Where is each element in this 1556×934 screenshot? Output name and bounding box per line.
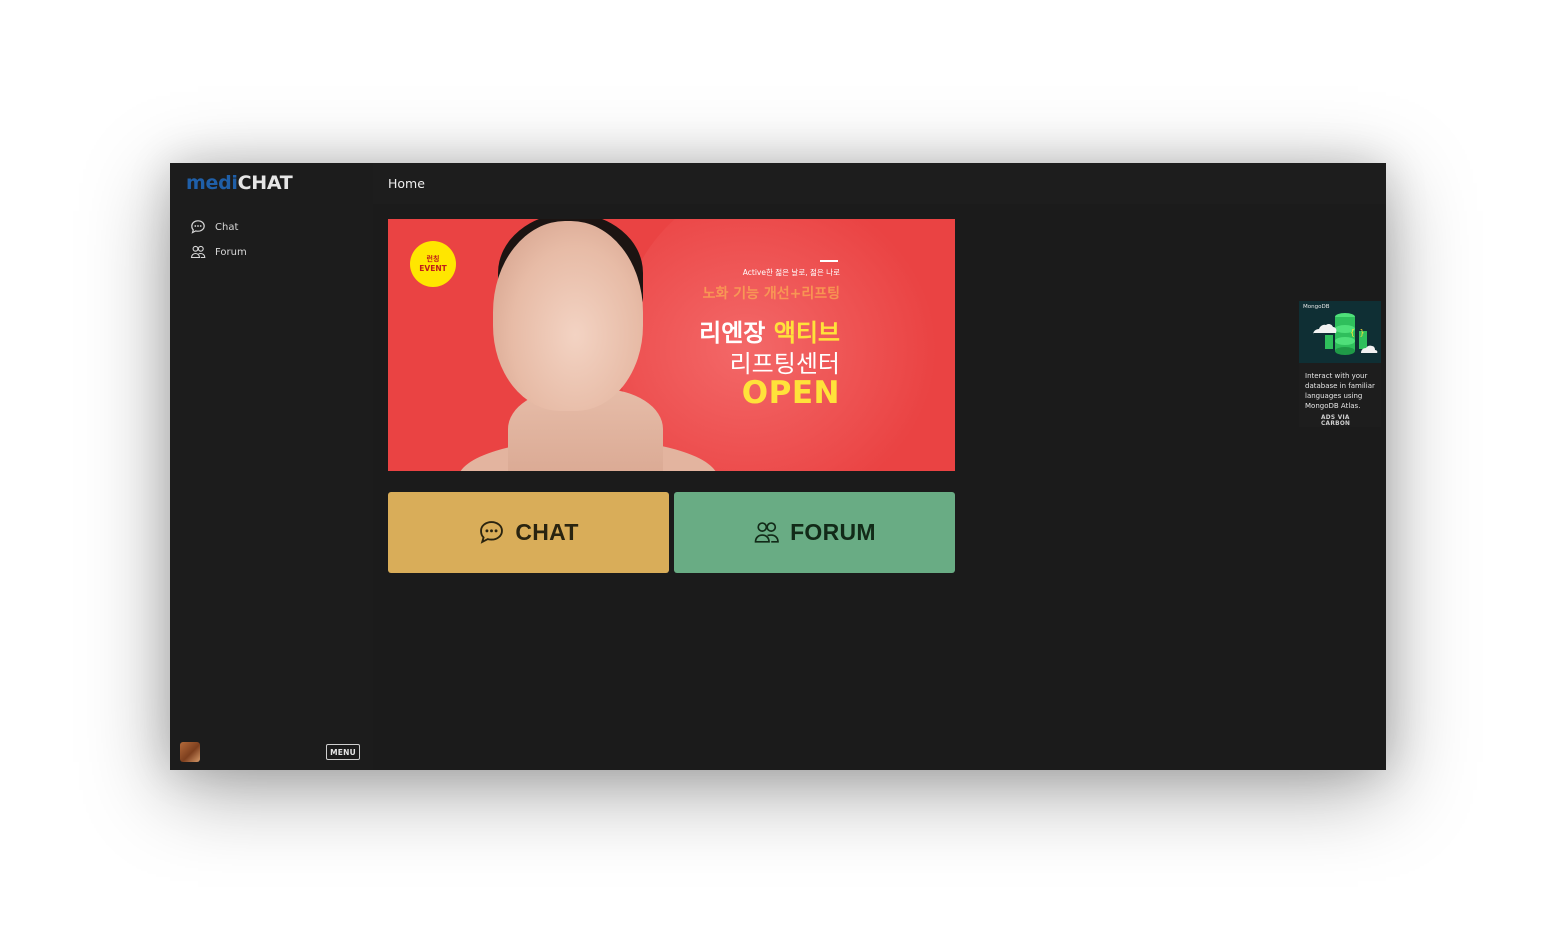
carbon-ad[interactable]: MongoDB { } Interact with your database …: [1299, 301, 1381, 427]
users-icon: [190, 245, 206, 259]
logo-part-medi: medi: [186, 172, 238, 194]
page-title: Home: [388, 176, 425, 191]
event-badge: 런칭 EVENT: [412, 243, 454, 285]
banner-tagline: Active한 젊은 날로, 젊은 나로: [742, 268, 840, 277]
banner-model-face: [493, 221, 643, 411]
chat-button-label: CHAT: [515, 519, 579, 545]
banner-headline-2: 리프팅센터: [729, 350, 840, 378]
promo-banner[interactable]: 런칭 EVENT Active한 젊은 날로, 젊은 나로 노화 기능 개선+리…: [388, 219, 955, 471]
badge-line1: 런칭: [426, 254, 440, 263]
users-icon: [754, 522, 779, 543]
sidebar-item-chat[interactable]: Chat: [190, 217, 238, 237]
sidebar-item-label: Chat: [215, 221, 239, 233]
banner-headline-yellow: 액티브: [773, 319, 840, 347]
top-bar: Home: [373, 163, 1386, 204]
ad-image[interactable]: MongoDB { }: [1299, 301, 1381, 363]
sidebar-item-label: Forum: [215, 246, 247, 258]
banner-subtitle: 노화 기능 개선+리프팅: [702, 286, 840, 302]
user-avatar[interactable]: [180, 742, 200, 762]
sidebar: mediCHAT Chat Forum MENU: [170, 163, 373, 770]
sidebar-item-forum[interactable]: Forum: [190, 242, 247, 262]
ads-via-carbon-link[interactable]: ADS VIA CARBON: [1321, 415, 1381, 427]
app-window: mediCHAT Chat Forum MENU Home 런칭 EVENT A…: [170, 163, 1386, 770]
ad-text[interactable]: Interact with your database in familiar …: [1305, 371, 1377, 411]
chat-bubble-icon: [480, 521, 504, 544]
forum-button-label: FORUM: [790, 519, 876, 545]
banner-divider: [820, 260, 838, 262]
logo-part-chat: CHAT: [237, 172, 293, 194]
svg-text:{ }: { }: [1350, 328, 1364, 337]
banner-headline-1: 리엔장 액티브: [699, 313, 840, 348]
forum-button[interactable]: FORUM: [674, 492, 955, 573]
badge-line2: EVENT: [419, 263, 447, 273]
banner-open-text: OPEN: [741, 375, 840, 411]
chat-bubble-icon: [191, 220, 205, 234]
menu-button[interactable]: MENU: [326, 744, 360, 760]
app-logo[interactable]: mediCHAT: [186, 172, 293, 194]
database-cloud-illustration: { }: [1313, 313, 1378, 355]
banner-headline-white: 리엔장: [699, 319, 766, 347]
chat-button[interactable]: CHAT: [388, 492, 669, 573]
